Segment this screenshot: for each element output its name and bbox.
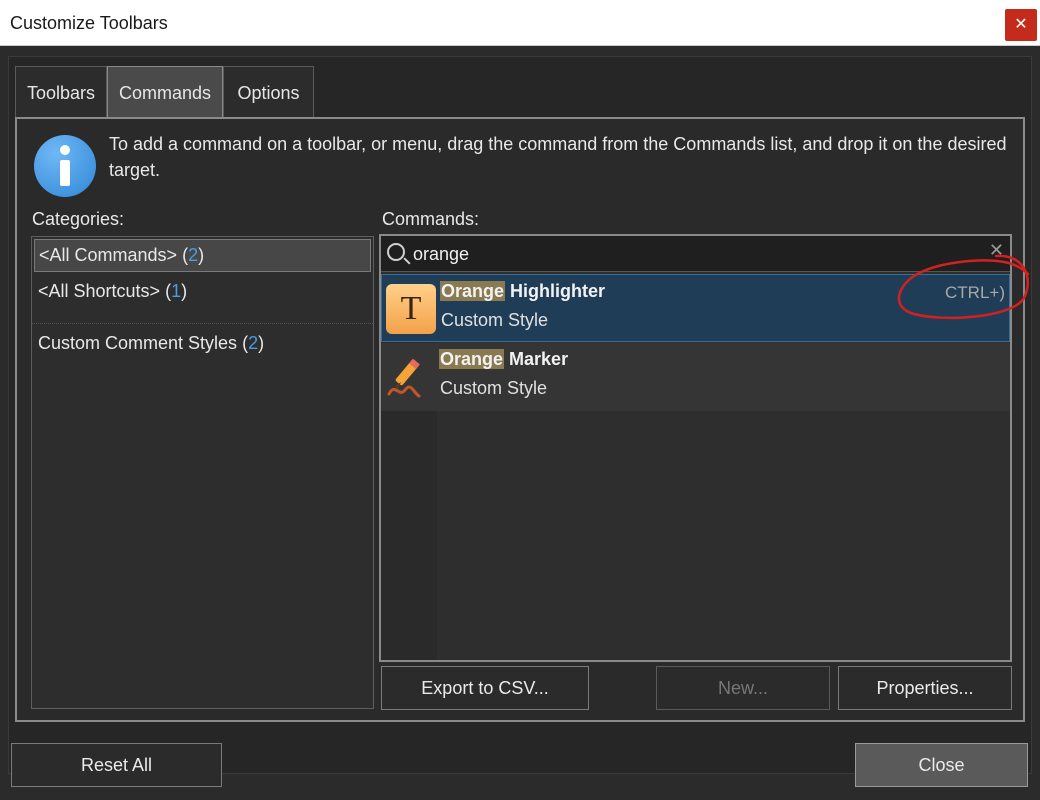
window-title: Customize Toolbars <box>10 13 168 33</box>
new-button[interactable]: New... <box>656 666 830 710</box>
category-count: 1 <box>171 281 182 301</box>
pencil-marker-icon <box>385 352 435 402</box>
category-all-shortcuts[interactable]: <All Shortcuts> (1) <box>32 272 373 324</box>
category-count: 2 <box>248 333 259 353</box>
info-message: To add a command on a toolbar, or menu, … <box>109 134 1007 180</box>
command-subtitle: Custom Style <box>440 378 548 398</box>
tab-options[interactable]: Options <box>223 66 314 118</box>
commands-tab-panel: To add a command on a toolbar, or menu, … <box>15 117 1025 722</box>
search-icon <box>387 243 405 261</box>
category-count: 2 <box>188 245 199 265</box>
category-custom-comment-styles[interactable]: Custom Comment Styles (2) <box>32 324 373 376</box>
text-highlighter-icon: T <box>386 284 436 334</box>
search-match-highlight: Orange <box>439 349 505 369</box>
command-name: Orange Marker <box>439 349 569 369</box>
categories-label: Categories: <box>32 209 125 229</box>
category-name: <All Commands> <box>39 245 178 265</box>
properties-button[interactable]: Properties... <box>838 666 1012 710</box>
command-subtitle: Custom Style <box>441 310 549 330</box>
categories-list[interactable]: <All Commands> (2) <All Shortcuts> (1) C… <box>31 236 374 709</box>
command-name: Orange Highlighter <box>440 281 606 301</box>
close-button[interactable]: Close <box>855 743 1028 787</box>
category-name: Custom Comment Styles <box>38 333 238 353</box>
info-icon <box>34 135 96 197</box>
tab-toolbars[interactable]: Toolbars <box>15 66 107 118</box>
window-close-button[interactable]: ✕ <box>1005 9 1037 41</box>
command-item-orange-marker[interactable]: Orange Marker Custom Style <box>381 343 1010 411</box>
search-match-highlight: Orange <box>440 281 506 301</box>
category-all-commands[interactable]: <All Commands> (2) <box>34 239 371 272</box>
customize-toolbars-dialog: Toolbars Commands Options To add a comma… <box>0 46 1040 800</box>
export-to-csv-button[interactable]: Export to CSV... <box>381 666 589 710</box>
reset-all-button[interactable]: Reset All <box>11 743 222 787</box>
red-circle-annotation <box>897 254 1030 320</box>
search-input[interactable] <box>413 242 953 266</box>
commands-label: Commands: <box>382 209 480 229</box>
title-bar: Customize Toolbars ✕ <box>0 0 1040 46</box>
category-name: <All Shortcuts> <box>38 281 161 301</box>
tab-commands[interactable]: Commands <box>107 66 223 118</box>
